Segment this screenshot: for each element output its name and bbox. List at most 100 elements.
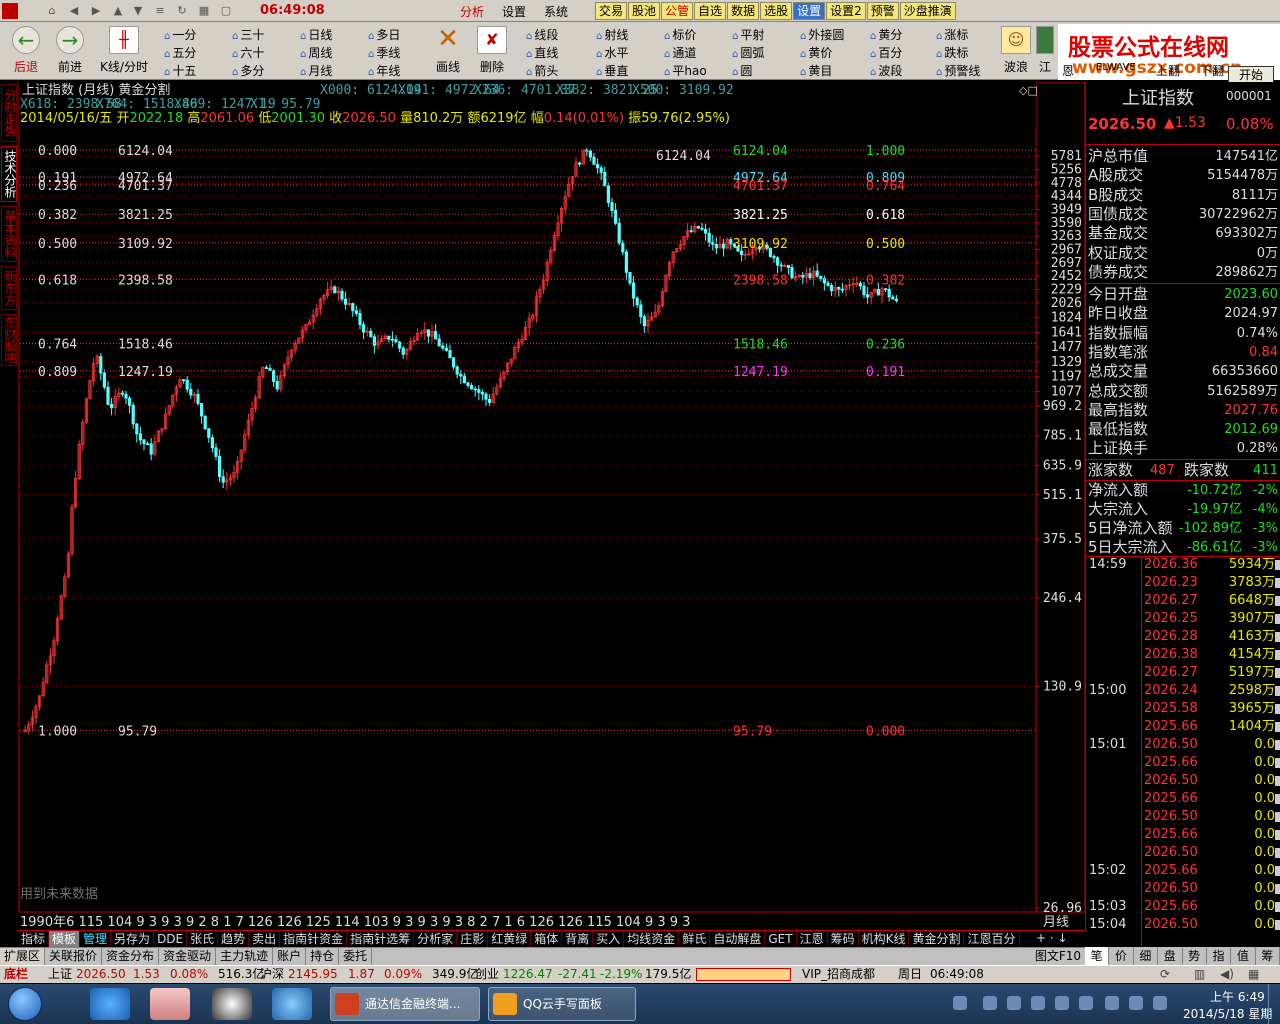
en-label[interactable]: 恩 [1062, 62, 1074, 79]
shangfan-label[interactable]: 上翻 [1156, 62, 1180, 79]
quote-tab[interactable]: 势 [1183, 947, 1207, 965]
vertical-tab[interactable]: 新东方 [1, 266, 17, 310]
speaker-status-icon[interactable]: ◀) [1220, 966, 1234, 983]
quote-tab[interactable]: 盘 [1158, 947, 1183, 965]
browser-tray-icon[interactable] [1055, 996, 1069, 1010]
keyboard-tray-icon[interactable] [953, 996, 967, 1010]
indicator-tab[interactable]: 管理 [80, 931, 112, 947]
menu-button[interactable]: 预警 [866, 2, 899, 20]
draw-tool-button[interactable]: ⌂ 外接圆 [800, 26, 844, 43]
period-button[interactable]: ⌂ 多日 [368, 26, 400, 43]
indicator-tab[interactable]: 自动解盘 [710, 931, 766, 947]
draw-tool-button[interactable]: ⌂ 圆弧 [732, 44, 764, 61]
home-icon[interactable]: ⌂ [44, 3, 60, 19]
extension-tab[interactable]: 账户 [273, 948, 307, 965]
kline-chart[interactable]: 5781525647784344394935903263296726972452… [18, 82, 1085, 930]
quote-tab[interactable]: 价 [1109, 947, 1134, 965]
task-qq-handwrite[interactable]: QQ云手写面板 [488, 987, 636, 1021]
draw-tool-button[interactable]: ⌂ 线段 [526, 26, 558, 43]
indicator-tab[interactable]: GET [765, 931, 797, 947]
alert-ticker[interactable] [696, 968, 791, 981]
extension-tab[interactable]: 委托 [339, 948, 373, 965]
tray-time[interactable]: 上午 6:49 [1210, 988, 1265, 1005]
grid-mini-icon[interactable]: ▦ [196, 3, 212, 19]
xiafan-label[interactable]: 下翻 [1200, 62, 1224, 79]
elwave-label[interactable]: ELWAVE [1096, 62, 1136, 73]
quote-tab[interactable]: 细 [1134, 947, 1159, 965]
indicator-tab[interactable]: 机构K线 [859, 931, 910, 947]
draw-tool-button[interactable]: ⌂ 直线 [526, 44, 558, 61]
back-button[interactable]: ← 后退 [2, 24, 50, 78]
flag-tray-icon[interactable] [1105, 996, 1119, 1010]
indicator-tab[interactable]: 分析家 [414, 931, 458, 947]
indicator-tab[interactable]: 买入 [593, 931, 625, 947]
indicator-tab[interactable]: 卖出 [249, 931, 281, 947]
chart-window-controls[interactable]: ◇□ [1019, 84, 1038, 97]
draw-tool-button[interactable]: ⌂ 波段 [870, 62, 902, 79]
menu-item[interactable]: 分析 [460, 3, 484, 20]
period-button[interactable]: ⌂ 三十 [232, 26, 264, 43]
indicator-tab[interactable]: 箱体 [531, 931, 563, 947]
extension-tab[interactable]: 资金驱动 [159, 948, 217, 965]
f10-link[interactable]: 图文F10 [1035, 948, 1081, 965]
draw-tool-button[interactable]: ⌂ 黄价 [800, 44, 832, 61]
indicator-tab[interactable]: 指标 [18, 931, 50, 947]
draw-tool-button[interactable]: ⌂ 箭头 [526, 62, 558, 79]
indicator-tab[interactable]: DDE [154, 931, 188, 947]
period-button[interactable]: ⌂ 年线 [368, 62, 400, 79]
draw-tool-button[interactable]: ⌂ 平hao [664, 62, 707, 79]
kline-toggle-button[interactable]: ╫ K线/分时 [96, 24, 152, 78]
period-button[interactable]: ⌂ 多分 [232, 62, 264, 79]
indicator-tab[interactable]: 模板 [49, 931, 81, 947]
period-button[interactable]: ⌂ 五分 [164, 44, 196, 61]
menu-button[interactable]: 数据 [727, 2, 760, 20]
extension-tab[interactable]: 主力轨迹 [216, 948, 274, 965]
list-mini-icon[interactable]: ≡ [152, 3, 168, 19]
paint-icon[interactable] [150, 988, 190, 1020]
period-button[interactable]: ⌂ 一分 [164, 26, 196, 43]
vertical-tab[interactable]: 东财股吧 [1, 314, 17, 366]
indicator-tab[interactable]: 庄影 [457, 931, 489, 947]
refresh-mini-icon[interactable]: ↻ [174, 3, 190, 19]
extension-tab[interactable]: 资金分布 [102, 948, 160, 965]
menu-button[interactable]: 设置2 [826, 2, 866, 20]
jiang-button[interactable]: 江 [1030, 24, 1060, 78]
quote-tab[interactable]: 笔 [1085, 947, 1110, 965]
qq-icon[interactable] [212, 988, 252, 1020]
period-button[interactable]: ⌂ 季线 [368, 44, 400, 61]
forward-mini-icon[interactable]: ▶ [88, 3, 104, 19]
windows-start-icon[interactable] [8, 987, 42, 1021]
draw-tool-button[interactable]: ⌂ 跌标 [936, 44, 968, 61]
qq-tray-icon[interactable] [1007, 996, 1021, 1010]
indicator-tab[interactable]: 指南针选筹 [347, 931, 415, 947]
draw-tool-button[interactable]: ⌂ 平射 [732, 26, 764, 43]
indicator-tab[interactable]: 红黄绿 [488, 931, 532, 947]
period-button[interactable]: ⌂ 十五 [164, 62, 196, 79]
extension-tab[interactable]: 持仓 [306, 948, 340, 965]
indicator-controls[interactable]: + · ↓ [1036, 930, 1086, 947]
indicator-tab[interactable]: 鲜氏 [679, 931, 711, 947]
menu-item[interactable]: 设置 [502, 3, 526, 20]
menu-button[interactable]: 选股 [760, 2, 793, 20]
menu-button[interactable]: 公管 [661, 2, 694, 20]
status-di[interactable]: 底栏 [4, 966, 28, 983]
extension-tab[interactable]: 关联报价 [45, 948, 103, 965]
draw-tool-button[interactable]: ⌂ 垂直 [596, 62, 628, 79]
shield-tray-icon[interactable] [1031, 996, 1045, 1010]
indicator-tab[interactable]: 黄金分割 [909, 931, 965, 947]
menu-button[interactable]: 股池 [628, 2, 661, 20]
draw-tool-button[interactable]: ⌂ 射线 [596, 26, 628, 43]
forward-button[interactable]: → 前进 [46, 24, 94, 78]
delete-button[interactable]: ✘ 删除 [468, 24, 516, 78]
window-mini-icon[interactable]: ▢ [218, 3, 234, 19]
vertical-tab[interactable]: 技术分析 [1, 146, 17, 202]
volume-tray-icon[interactable] [1153, 996, 1167, 1010]
indicator-tab[interactable]: 趋势 [218, 931, 250, 947]
ie-icon[interactable] [90, 988, 130, 1020]
indicator-tab[interactable]: 筹码 [828, 931, 859, 947]
vertical-tab[interactable]: 基本资料 [1, 206, 17, 262]
indicator-tab[interactable]: 指南针资金 [280, 931, 348, 947]
menu-button[interactable]: 自选 [694, 2, 727, 20]
menu-button[interactable]: 交易 [595, 2, 628, 20]
period-button[interactable]: ⌂ 月线 [300, 62, 332, 79]
